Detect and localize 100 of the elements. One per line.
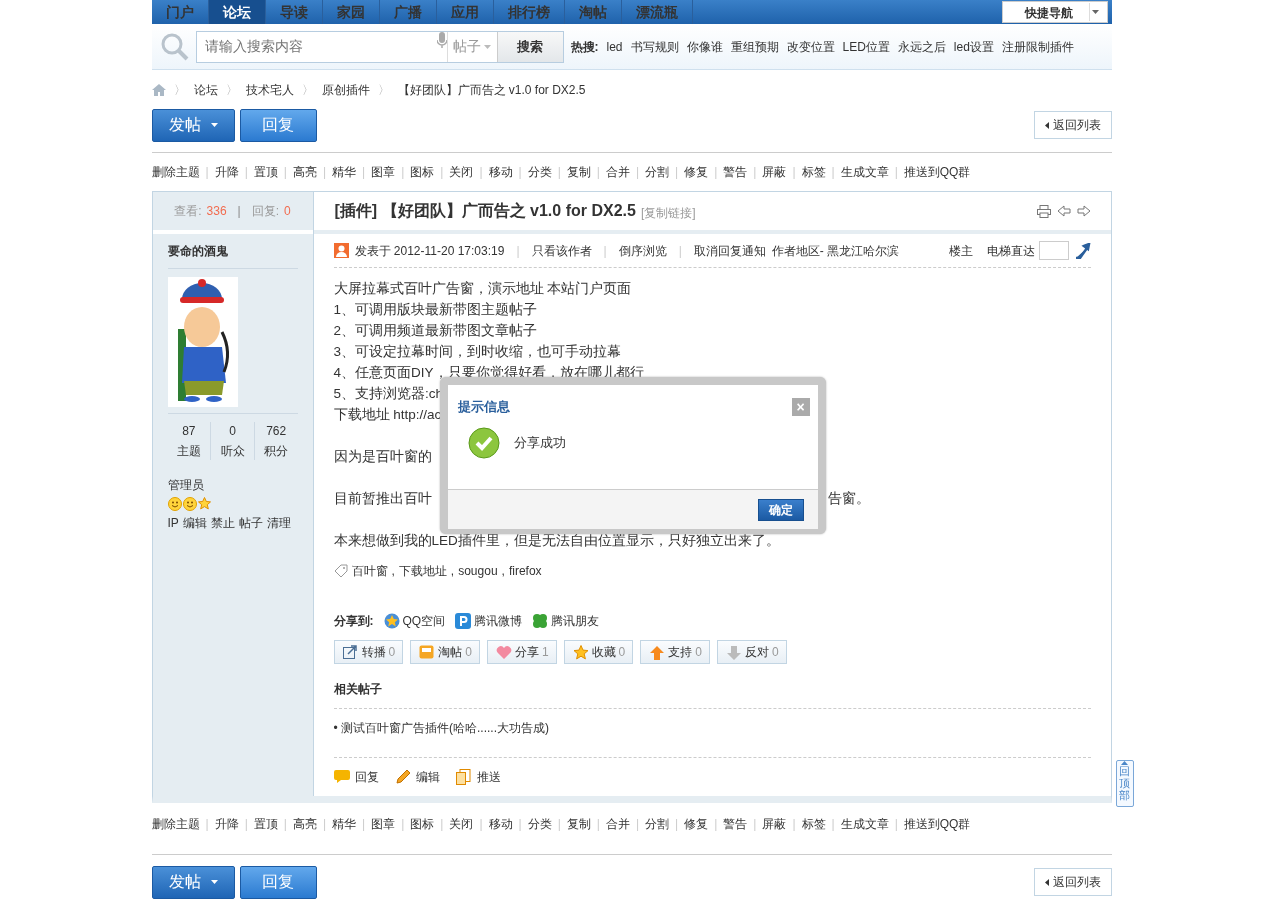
moderation-link[interactable]: 置顶 <box>253 815 278 833</box>
hot-link[interactable]: 书写规则 <box>630 37 679 56</box>
moderation-link[interactable]: 标签 <box>801 815 826 833</box>
moderation-link[interactable]: 置顶 <box>253 163 278 181</box>
admin-link[interactable]: 编辑 <box>182 514 207 532</box>
notify-link[interactable]: 取消回复通知 <box>693 241 766 260</box>
admin-link[interactable]: 禁止 <box>210 514 235 532</box>
post-filter-link[interactable]: 倒序浏览 <box>618 241 667 260</box>
admin-link[interactable]: 帖子 <box>238 514 263 532</box>
breadcrumb-link[interactable]: 原创插件 <box>321 81 370 99</box>
moderation-link[interactable]: 复制 <box>566 815 591 833</box>
moderation-link[interactable]: 删除主题 <box>151 163 200 181</box>
post-filter-link[interactable]: 只看该作者 <box>531 241 592 260</box>
back-to-list-button[interactable]: 返回列表 <box>1033 868 1112 896</box>
moderation-link[interactable]: 升降 <box>214 163 239 181</box>
moderation-link[interactable]: 关闭 <box>449 163 474 181</box>
tag-link[interactable]: firefox <box>508 562 542 580</box>
search-field[interactable]: 请输入搜索内容 帖子 搜索 <box>195 30 564 63</box>
hot-link[interactable]: led <box>606 37 623 56</box>
reaction-button[interactable]: 转播 0 <box>333 640 404 664</box>
search-button[interactable]: 搜索 <box>496 31 563 62</box>
moderation-link[interactable]: 生成文章 <box>840 815 889 833</box>
reaction-button[interactable]: 反对 0 <box>716 640 787 664</box>
moderation-link[interactable]: 分类 <box>527 163 552 181</box>
home-icon[interactable] <box>151 84 166 96</box>
post-action-link[interactable]: 编辑 <box>394 768 440 786</box>
moderation-link[interactable]: 修复 <box>684 163 709 181</box>
hot-link[interactable]: 改变位置 <box>786 37 835 56</box>
moderation-link[interactable]: 屏蔽 <box>762 163 787 181</box>
moderation-link[interactable]: 修复 <box>684 815 709 833</box>
hot-link[interactable]: 你像谁 <box>686 37 723 56</box>
tag-link[interactable]: 百叶窗 <box>351 562 388 580</box>
moderation-link[interactable]: 高亮 <box>292 815 317 833</box>
hot-link[interactable]: LED位置 <box>842 37 890 56</box>
moderation-link[interactable]: 移动 <box>488 815 513 833</box>
share-link[interactable]: 腾讯朋友 <box>532 612 600 630</box>
author-name[interactable]: 要命的酒鬼 <box>167 242 298 264</box>
breadcrumb-link[interactable]: 【好团队】广而告之 v1.0 for DX2.5 <box>397 81 586 99</box>
back-to-list-button[interactable]: 返回列表 <box>1033 111 1112 139</box>
print-icon[interactable] <box>1036 204 1051 218</box>
reaction-button[interactable]: 分享 1 <box>486 640 557 664</box>
moderation-link[interactable]: 精华 <box>332 815 356 833</box>
go-icon[interactable] <box>1074 242 1091 259</box>
moderation-link[interactable]: 精华 <box>332 163 356 181</box>
tag-link[interactable]: sougou <box>458 562 498 580</box>
ok-button[interactable]: 确定 <box>757 498 804 521</box>
hot-link[interactable]: led设置 <box>953 37 994 56</box>
post-action-link[interactable]: 回复 <box>333 768 379 786</box>
moderation-link[interactable]: 图章 <box>371 163 396 181</box>
breadcrumb-link[interactable]: 技术宅人 <box>245 81 294 99</box>
reaction-button[interactable]: 支持 0 <box>640 640 710 664</box>
moderation-link[interactable]: 分割 <box>645 815 669 833</box>
moderation-link[interactable]: 升降 <box>214 815 239 833</box>
hot-link[interactable]: 注册限制插件 <box>1001 37 1074 56</box>
moderation-link[interactable]: 分割 <box>645 163 669 181</box>
moderation-link[interactable]: 生成文章 <box>840 163 889 181</box>
back-to-top-button[interactable]: 回顶部 <box>1115 760 1134 807</box>
stat-value[interactable]: 0 <box>229 422 236 440</box>
moderation-link[interactable]: 图标 <box>410 815 435 833</box>
moderation-link[interactable]: 移动 <box>488 163 513 181</box>
microphone-icon[interactable] <box>436 31 447 48</box>
stat-value[interactable]: 762 <box>266 422 287 440</box>
hot-link[interactable]: 重组预期 <box>730 37 779 56</box>
moderation-link[interactable]: 推送到QQ群 <box>903 815 971 833</box>
moderation-link[interactable]: 警告 <box>723 815 748 833</box>
next-arrow-icon[interactable] <box>1076 204 1091 217</box>
moderation-link[interactable]: 警告 <box>723 163 748 181</box>
floor-input[interactable] <box>1038 241 1069 260</box>
admin-link[interactable]: IP <box>167 514 179 532</box>
share-link[interactable]: 腾讯微博 <box>455 612 523 630</box>
new-post-button[interactable]: 发帖 <box>151 865 235 899</box>
previous-arrow-icon[interactable] <box>1056 204 1071 217</box>
reaction-button[interactable]: 收藏 0 <box>563 640 634 664</box>
breadcrumb-link[interactable]: 论坛 <box>193 81 218 99</box>
moderation-link[interactable]: 图章 <box>371 815 396 833</box>
quick-nav-button[interactable]: 快捷导航 <box>1001 1 1108 23</box>
related-link[interactable]: • 测试百叶窗广告插件(哈哈......大功告成) <box>333 721 550 735</box>
moderation-link[interactable]: 合并 <box>605 163 630 181</box>
new-post-button[interactable]: 发帖 <box>151 108 235 142</box>
post-action-link[interactable]: 推送 <box>455 768 501 786</box>
moderation-link[interactable]: 高亮 <box>292 163 317 181</box>
stat-value[interactable]: 87 <box>182 422 196 440</box>
moderation-link[interactable]: 关闭 <box>449 815 474 833</box>
admin-link[interactable]: 清理 <box>266 514 291 532</box>
moderation-link[interactable]: 推送到QQ群 <box>903 163 971 181</box>
share-link[interactable]: QQ空间 <box>383 612 446 630</box>
moderation-link[interactable]: 图标 <box>410 163 435 181</box>
nav-tab[interactable]: 论坛 <box>208 0 266 24</box>
post-link[interactable]: 本站门户页面 <box>547 281 632 296</box>
moderation-link[interactable]: 删除主题 <box>151 815 200 833</box>
moderation-link[interactable]: 分类 <box>527 815 552 833</box>
tag-link[interactable]: 下载地址 <box>398 562 447 580</box>
post-link[interactable]: http://ac <box>393 407 442 422</box>
moderation-link[interactable]: 复制 <box>566 163 591 181</box>
moderation-link[interactable]: 标签 <box>801 163 826 181</box>
moderation-link[interactable]: 屏蔽 <box>762 815 787 833</box>
user-group[interactable]: 管理员 <box>167 476 298 494</box>
reaction-button[interactable]: 淘帖 0 <box>410 640 480 664</box>
moderation-link[interactable]: 合并 <box>605 815 630 833</box>
hot-link[interactable]: 永远之后 <box>897 37 946 56</box>
